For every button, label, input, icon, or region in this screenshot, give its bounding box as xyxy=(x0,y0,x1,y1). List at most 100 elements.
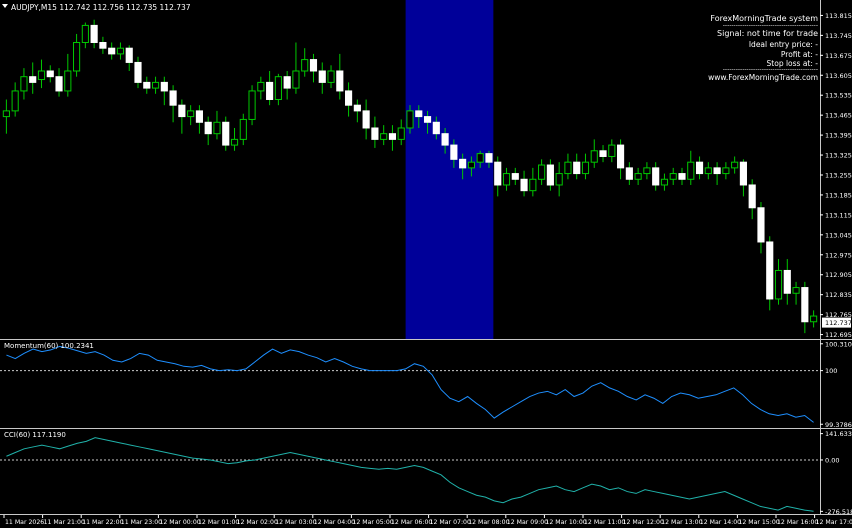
indicator-tick-label: 0.00 xyxy=(825,456,839,464)
cci-title: CCI(60) 117.1190 xyxy=(4,431,66,439)
price-tick-label: 113.465 xyxy=(825,112,852,120)
candle-body xyxy=(564,161,572,175)
candle-body xyxy=(511,173,519,180)
candle-body xyxy=(722,167,730,175)
candle-body xyxy=(450,144,458,160)
price-tick-label: 112.835 xyxy=(825,291,852,299)
candle-body xyxy=(695,161,704,175)
candle-body xyxy=(37,70,46,81)
candle-body xyxy=(704,167,712,175)
candle-body xyxy=(195,110,203,123)
candle-body xyxy=(46,70,54,78)
time-tick-label: 12 Mar 16:00 xyxy=(777,519,818,526)
time-tick-label: 12 Mar 10:00 xyxy=(545,519,586,526)
info-entry: Ideal entry price: - xyxy=(749,40,818,49)
time-tick-label: 12 Mar 14:00 xyxy=(700,519,741,526)
candle-body xyxy=(125,47,133,63)
candle-body xyxy=(178,104,186,118)
time-tick-label: 12 Mar 12:00 xyxy=(623,519,664,526)
symbol-header: AUDJPY,M15 112.742 112.756 112.735 112.7… xyxy=(11,3,191,12)
time-tick-label: 12 Mar 06:00 xyxy=(391,519,432,526)
candle-body xyxy=(581,161,590,175)
candle-body xyxy=(485,153,493,163)
candle-body xyxy=(423,116,432,123)
candle-body xyxy=(774,269,783,300)
candle-body xyxy=(397,127,405,140)
candle-body xyxy=(783,269,791,294)
candle-body xyxy=(116,47,125,55)
candle-body xyxy=(652,167,660,186)
candle-body xyxy=(213,121,221,135)
candle-body xyxy=(494,161,502,186)
candle-body xyxy=(555,173,563,186)
candle-body xyxy=(538,164,546,180)
candle xyxy=(766,236,774,311)
candle-body xyxy=(2,110,10,118)
info-url[interactable]: www.ForexMorningTrade.com xyxy=(708,73,818,82)
candle-body xyxy=(801,287,809,323)
candle-body xyxy=(239,118,247,140)
candle-body xyxy=(459,158,467,169)
price-tick-label: 112.905 xyxy=(825,271,852,279)
price-tick-label: 113.815 xyxy=(825,12,852,20)
candle-body xyxy=(371,127,379,140)
candle-body xyxy=(274,76,282,100)
candle-body xyxy=(222,121,230,146)
info-profit: Profit at: - xyxy=(781,50,818,59)
time-tick-label: 12 Mar 13:00 xyxy=(661,519,702,526)
candle-body xyxy=(257,81,265,92)
session-band-layer xyxy=(405,0,494,339)
indicator-tick-label: 99.3786 xyxy=(825,421,852,429)
trading-chart[interactable]: 100.3108 100 99.3786 141.6336 0.00 -276.5183… xyxy=(0,0,852,528)
candle-body xyxy=(766,241,774,300)
info-signal: Signal: not time for trade xyxy=(717,29,818,38)
candle-body xyxy=(108,47,116,55)
candle xyxy=(248,85,256,126)
candle-body xyxy=(283,76,291,89)
candle-body xyxy=(441,133,449,146)
candle-body xyxy=(143,81,151,89)
time-tick-label: 11 Mar 22:00 xyxy=(82,519,123,526)
candle-body xyxy=(29,76,37,83)
candle-body xyxy=(292,70,300,89)
price-tick-label: 113.535 xyxy=(825,92,852,100)
candle-body xyxy=(810,315,818,323)
candle-body xyxy=(660,178,669,186)
candle-body xyxy=(151,81,160,89)
time-tick-label: 11 Mar 21:00 xyxy=(44,519,85,526)
price-tick-label: 113.325 xyxy=(825,152,852,160)
candle-body xyxy=(388,133,397,140)
candle-body xyxy=(731,161,739,169)
session-band xyxy=(405,0,494,339)
candle-body xyxy=(81,24,89,43)
price-tick-label: 113.745 xyxy=(825,32,852,40)
price-tick-label: 112.975 xyxy=(825,251,852,259)
time-tick-label: 12 Mar 08:00 xyxy=(468,519,509,526)
candle-body xyxy=(608,144,616,157)
info-separator-2: ----------------------------------------… xyxy=(723,66,818,73)
time-tick-label: 11 Mar 2026 xyxy=(5,519,44,526)
time-tick-label: 12 Mar 07:00 xyxy=(430,519,471,526)
candle-body xyxy=(11,90,19,112)
price-tick-label: 113.045 xyxy=(825,231,852,239)
candle-body xyxy=(134,61,142,83)
price-tick-label: 113.605 xyxy=(825,72,852,80)
candle-body xyxy=(520,178,528,192)
candle-body xyxy=(599,150,607,157)
candle-body xyxy=(617,144,625,169)
candle-body xyxy=(187,110,195,118)
momentum-title: Momentum(60) 100.2341 xyxy=(4,342,94,350)
candle-body xyxy=(415,110,423,118)
current-price-label: 112.737 xyxy=(825,319,852,327)
candle-body xyxy=(301,59,309,72)
time-tick-label: 12 Mar 15:00 xyxy=(738,519,779,526)
candle-body xyxy=(590,150,598,163)
candle-body xyxy=(546,164,554,186)
candle-body xyxy=(55,76,63,92)
candle-body xyxy=(634,173,642,180)
candle-body xyxy=(64,70,72,92)
candle-body xyxy=(169,90,177,106)
price-tick-label: 113.255 xyxy=(825,172,852,180)
candle-body xyxy=(792,287,800,294)
candle-body xyxy=(99,41,107,49)
